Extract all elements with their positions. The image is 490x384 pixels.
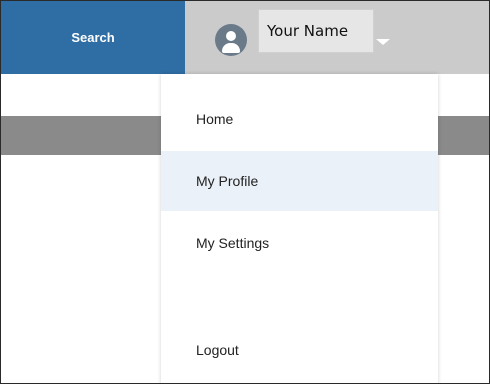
avatar-body-shape [222, 43, 240, 53]
menu-item-label: Logout [196, 342, 239, 358]
user-avatar-icon [215, 24, 247, 56]
search-button[interactable]: Search [1, 1, 185, 74]
user-name-label: Your Name [258, 9, 374, 53]
menu-item-label: My Settings [196, 235, 270, 251]
top-navigation-bar: Search Your Name [1, 1, 489, 74]
search-button-label: Search [71, 30, 115, 45]
menu-item-home[interactable]: Home [161, 89, 438, 149]
user-dropdown-menu: Home My Profile My Settings Logout [161, 74, 438, 383]
menu-item-label: Home [196, 111, 234, 127]
menu-item-logout[interactable]: Logout [161, 320, 438, 380]
avatar-head-shape [226, 31, 236, 41]
chevron-down-icon[interactable] [376, 39, 390, 45]
menu-item-my-settings[interactable]: My Settings [161, 213, 438, 273]
menu-item-label: My Profile [196, 173, 259, 189]
user-menu-trigger[interactable]: Your Name [208, 9, 408, 65]
app-window: Search Your Name Home My Profile My Sett… [0, 0, 490, 384]
menu-item-my-profile[interactable]: My Profile [161, 151, 438, 211]
